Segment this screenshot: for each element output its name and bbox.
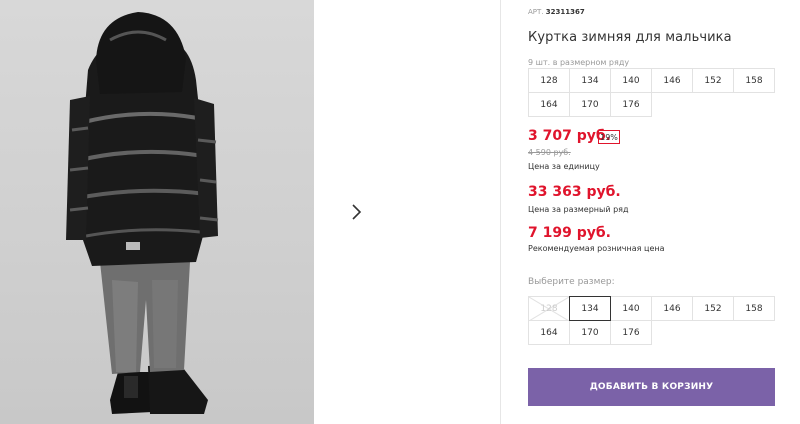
size-row-note: 9 шт. в размерном ряду	[528, 58, 630, 67]
chevron-right-icon	[352, 204, 362, 220]
size-row-cell: 164	[528, 92, 570, 117]
product-photo	[0, 0, 314, 424]
row-price: 33 363 руб.	[528, 184, 621, 200]
size-select-grid: 128 134 140 146 152 158 164 170 176	[528, 296, 775, 345]
article-value: 32311367	[545, 8, 585, 16]
size-option[interactable]: 158	[733, 296, 775, 321]
row-price-caption: Цена за размерный ряд	[528, 205, 629, 214]
size-row-cell: 152	[692, 68, 734, 93]
size-option[interactable]: 146	[651, 296, 693, 321]
size-row-cell: 128	[528, 68, 570, 93]
size-row-cell: 140	[610, 68, 652, 93]
product-title: Куртка зимняя для мальчика	[528, 30, 732, 45]
product-gallery	[0, 0, 500, 424]
size-row-grid: 128 134 140 146 152 158 164 170 176	[528, 68, 775, 117]
size-option-selected[interactable]: 134	[569, 296, 611, 321]
article-number: АРТ. 32311367	[528, 8, 585, 16]
product-photo-illustration	[66, 12, 219, 414]
size-row-cell: 158	[733, 68, 775, 93]
retail-price-caption: Рекомендуемая розничная цена	[528, 244, 665, 253]
retail-price: 7 199 руб.	[528, 225, 611, 241]
size-option[interactable]: 152	[692, 296, 734, 321]
size-row-cell: 170	[569, 92, 611, 117]
size-option[interactable]: 170	[569, 320, 611, 345]
size-option[interactable]: 176	[610, 320, 652, 345]
unit-price-caption: Цена за единицу	[528, 162, 600, 171]
size-option-label: 128	[540, 303, 558, 314]
old-price: 4 590 руб.	[528, 148, 571, 157]
discount-badge: 19%	[598, 130, 620, 144]
panel-divider	[500, 0, 501, 424]
size-option-unavailable: 128	[528, 296, 570, 321]
article-label: АРТ.	[528, 8, 544, 16]
next-image-button[interactable]	[338, 192, 376, 232]
size-option[interactable]: 140	[610, 296, 652, 321]
add-to-cart-button[interactable]: ДОБАВИТЬ В КОРЗИНУ	[528, 368, 775, 406]
size-option[interactable]: 164	[528, 320, 570, 345]
size-row-cell: 176	[610, 92, 652, 117]
size-select-label: Выберите размер:	[528, 277, 615, 287]
size-row-cell: 134	[569, 68, 611, 93]
size-row-cell: 146	[651, 68, 693, 93]
